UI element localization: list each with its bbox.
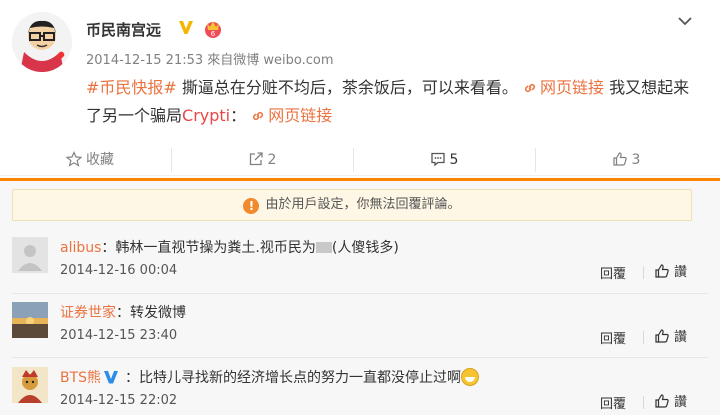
verified-icon	[177, 18, 195, 36]
comment-count: 5	[449, 152, 459, 168]
web-link-1[interactable]: 网页链接	[523, 78, 604, 97]
thumbs-up-icon	[655, 394, 669, 408]
post-source: 來自微博 weibo.com	[207, 53, 334, 68]
comment-text: BTS熊 ：比特儿寻找新的经济增长点的努力一直都没停止过啊	[60, 367, 480, 389]
comment-time: 2014-12-15 22:02	[60, 393, 178, 408]
author-avatar[interactable]	[12, 12, 72, 72]
favorite-button[interactable]: 收藏	[0, 144, 180, 176]
comment-text: alibus：韩林一直视节操为粪土.视币民为 (人傻钱多)	[60, 237, 399, 257]
vip-crown-icon[interactable]: 6	[202, 17, 224, 39]
like-label: 讚	[674, 265, 688, 280]
reply-button[interactable]: 回覆	[600, 393, 626, 412]
topic-link[interactable]: #币民快报#	[86, 78, 177, 97]
comment-body-2: (人傻钱多)	[331, 240, 399, 256]
comment-like-button[interactable]: 讚	[654, 391, 687, 410]
post-timestamp[interactable]: 2014-12-15 21:53	[86, 53, 203, 68]
post-text-3: ：	[230, 106, 247, 125]
commenter-name[interactable]: BTS熊	[60, 370, 101, 386]
keyword-link[interactable]: Crypti	[182, 106, 230, 125]
comment-separator: ：	[125, 370, 140, 386]
reply-button[interactable]: 回覆	[600, 328, 626, 347]
thumbs-up-icon	[655, 329, 669, 343]
comment-body: 转发微博	[130, 305, 186, 321]
web-link-2-label: 网页链接	[268, 106, 333, 125]
comment-body: 韩林一直视节操为粪土.视币民为	[115, 240, 316, 256]
like-label: 讚	[674, 395, 688, 410]
reply-disabled-notice: ! 由於用戶設定，你無法回覆評論。	[12, 189, 692, 221]
web-link-1-label: 网页链接	[540, 78, 605, 97]
comment-time: 2014-12-15 23:40	[60, 328, 178, 343]
comment-item: alibus：韩林一直视节操为粪土.视币民为 (人傻钱多) 2014-12-16 …	[0, 233, 720, 291]
post-meta: 2014-12-15 21:53 來自微博 weibo.com	[86, 49, 334, 68]
comment-like-button[interactable]: 讚	[654, 326, 687, 345]
link-icon	[253, 111, 264, 121]
like-label: 讚	[674, 330, 688, 345]
repost-count: 2	[267, 152, 277, 168]
reply-button[interactable]: 回覆	[600, 263, 626, 282]
comments-section: ! 由於用戶設定，你無法回覆評論。 alibus：韩林一直视节操为粪土.视币民为(…	[0, 178, 720, 415]
verified-icon	[103, 369, 119, 389]
post-content: #币民快报# 撕逼总在分赃不均后，茶余饭后，可以来看看。 网页链接 我又想起来了…	[86, 74, 696, 130]
divider	[643, 396, 644, 409]
thumbs-up-icon	[655, 264, 669, 278]
warning-icon: !	[243, 198, 260, 214]
post-actions-bar: 收藏 2 5 3	[0, 144, 720, 176]
commenter-name[interactable]: 证券世家	[60, 305, 116, 321]
comment-item: BTS熊 ：比特儿寻找新的经济增长点的努力一直都没停止过啊 2014-12-15 …	[0, 363, 720, 415]
author-name[interactable]: 币民南宫远	[86, 19, 161, 40]
comment-item: 证券世家：转发微博 2014-12-15 23:40 回覆 讚	[0, 298, 720, 356]
divider	[643, 331, 644, 344]
comment-icon	[430, 152, 445, 167]
weibo-post: 币民南宫远 6 2014-12-15 21:53 來自微博 weibo.com …	[0, 0, 720, 140]
comment-button[interactable]: 5	[354, 144, 534, 176]
commenter-name[interactable]: alibus	[60, 240, 101, 256]
thumbs-up-icon	[612, 152, 627, 166]
comment-separator: ：	[116, 305, 130, 321]
divider	[643, 266, 644, 279]
repost-button[interactable]: 2	[172, 144, 352, 176]
commenter-avatar[interactable]	[12, 302, 48, 338]
divider	[12, 293, 708, 294]
comment-time: 2014-12-16 00:04	[60, 263, 178, 278]
like-button[interactable]: 3	[536, 144, 716, 176]
star-icon	[65, 151, 83, 167]
favorite-label: 收藏	[86, 152, 114, 168]
notice-text: 由於用戶設定，你無法回覆評論。	[265, 197, 461, 212]
web-link-2[interactable]: 网页链接	[251, 106, 332, 125]
commenter-avatar[interactable]	[12, 237, 48, 273]
like-count: 3	[631, 152, 641, 168]
comment-text: 证券世家：转发微博	[60, 302, 186, 322]
comment-like-button[interactable]: 讚	[654, 261, 687, 280]
post-text: 撕逼总在分赃不均后，茶余饭后，可以来看看。	[176, 78, 518, 97]
repost-icon	[249, 152, 263, 166]
comment-body: 比特儿寻找新的经济增长点的努力一直都没停止过啊	[139, 370, 462, 386]
comment-separator: ：	[101, 240, 116, 256]
grin-emoji-icon	[461, 368, 480, 386]
link-icon	[525, 83, 536, 93]
divider	[12, 357, 708, 358]
censored-block	[315, 242, 332, 253]
svg-text:6: 6	[211, 30, 216, 38]
commenter-avatar[interactable]	[12, 367, 48, 403]
chevron-down-icon[interactable]	[676, 12, 694, 30]
